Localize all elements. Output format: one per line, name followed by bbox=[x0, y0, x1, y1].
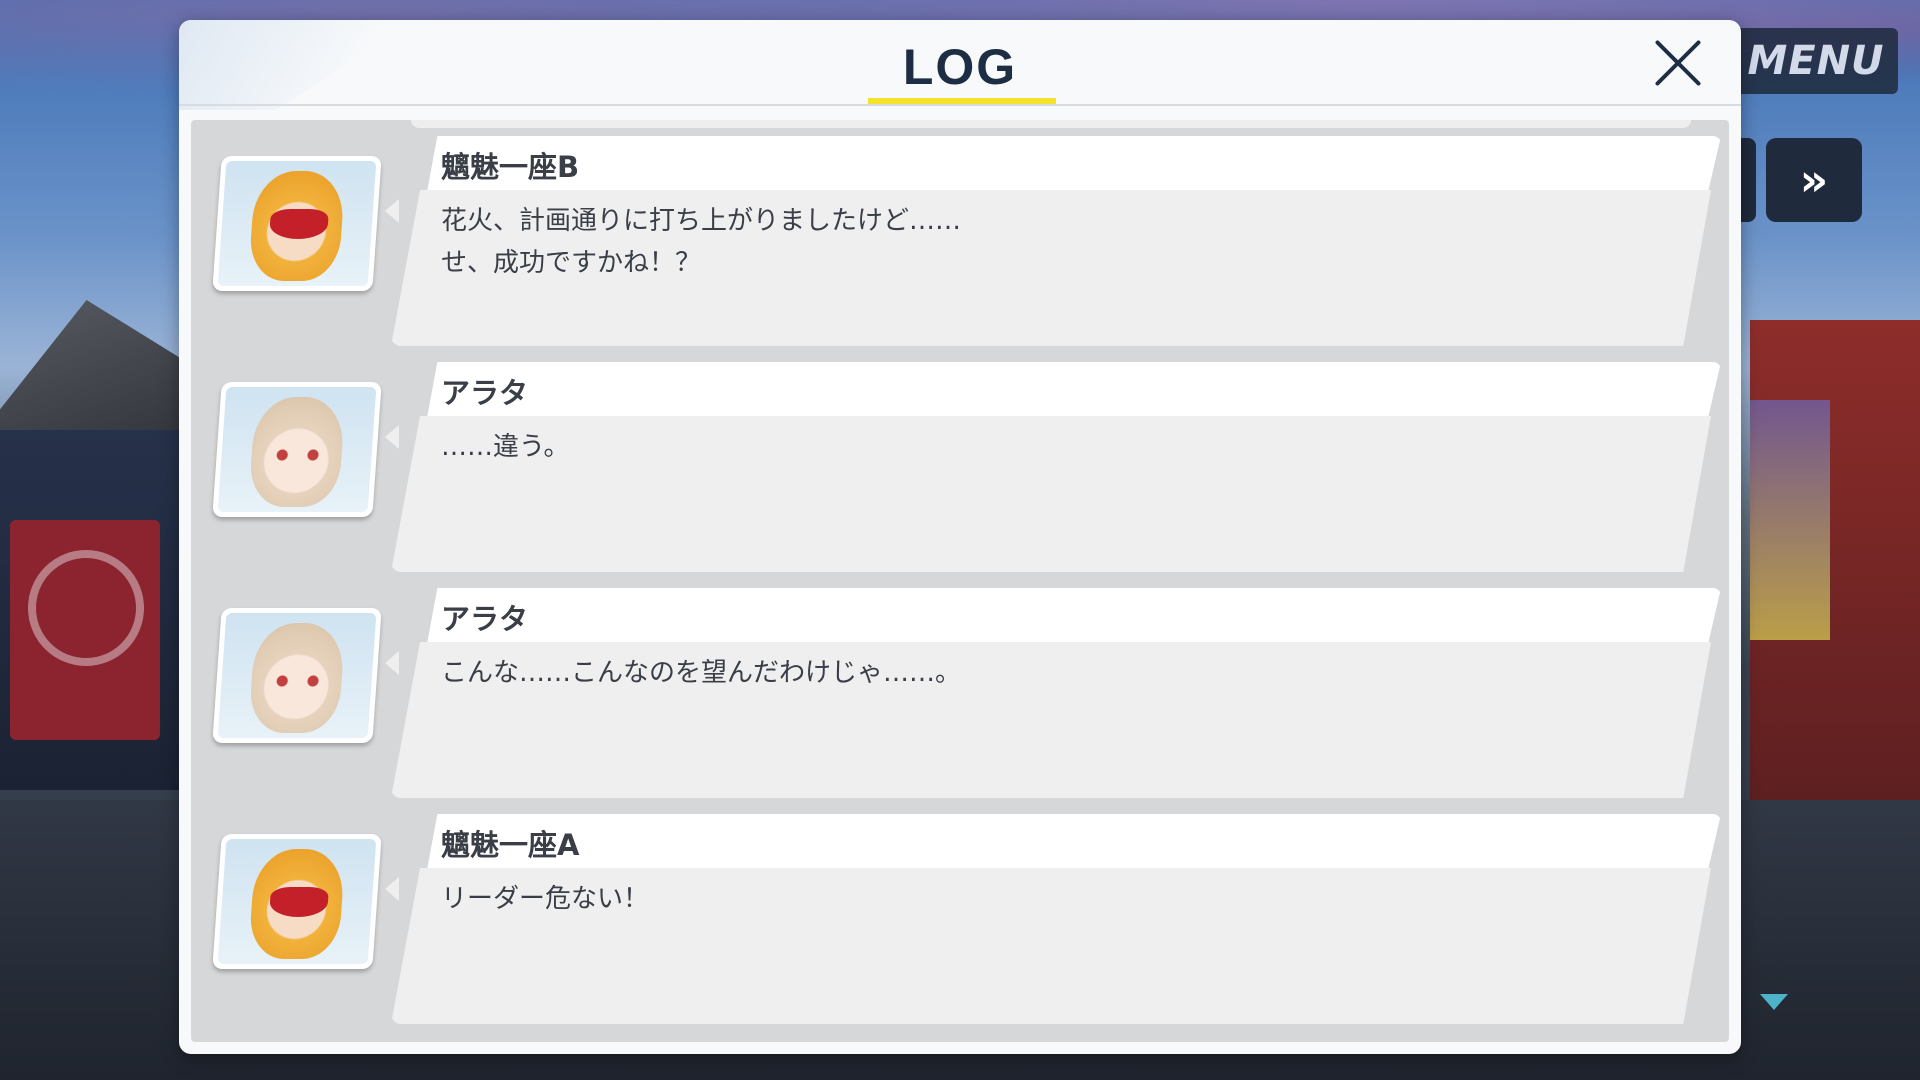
speech-pointer bbox=[385, 425, 399, 449]
message-text: リーダー危ない！ bbox=[441, 884, 650, 914]
page-title: LOG bbox=[902, 39, 1018, 95]
fast-forward-button[interactable]: » bbox=[1766, 138, 1862, 222]
fox-mask-girl-avatar bbox=[212, 834, 382, 969]
previous-entry-edge bbox=[411, 120, 1691, 128]
speaker-name: アラタ bbox=[441, 602, 529, 636]
speech-pointer bbox=[385, 877, 399, 901]
double-chevron-right-icon: » bbox=[1799, 154, 1829, 206]
log-entry: 魑魅一座B 花火、計画通りに打ち上がりましたけど…… せ、成功ですかね！？ bbox=[191, 136, 1729, 346]
speaker-name: アラタ bbox=[441, 376, 529, 410]
menu-button[interactable]: MENU bbox=[1734, 28, 1898, 94]
arata-avatar bbox=[212, 382, 382, 517]
speech-pointer bbox=[385, 651, 399, 675]
arata-avatar bbox=[212, 608, 382, 743]
log-header: LOG bbox=[179, 20, 1741, 106]
message-text: 花火、計画通りに打ち上がりましたけど…… せ、成功ですかね！？ bbox=[441, 206, 962, 278]
speaker-bar bbox=[427, 588, 1721, 644]
log-entry: 魑魅一座A リーダー危ない！ bbox=[191, 814, 1729, 1024]
message-text: こんな……こんなのを望んだわけじゃ……。 bbox=[441, 658, 962, 688]
log-panel: LOG 魑魅一座B 花火、計画通りに打ち上がりましたけど…… せ、成功ですかね！… bbox=[179, 20, 1741, 1054]
festival-banner bbox=[10, 520, 160, 740]
speaker-name: 魑魅一座B bbox=[441, 150, 580, 184]
speaker-name: 魑魅一座A bbox=[441, 828, 580, 862]
triangle-down-icon bbox=[1760, 994, 1788, 1010]
log-entry: アラタ こんな……こんなのを望んだわけじゃ……。 bbox=[191, 588, 1729, 798]
close-button[interactable] bbox=[1649, 34, 1707, 92]
speaker-bar bbox=[427, 136, 1721, 192]
message-text: ……違う。 bbox=[441, 432, 570, 462]
fox-mask-girl-avatar bbox=[212, 156, 382, 291]
log-entry: アラタ ……違う。 bbox=[191, 362, 1729, 572]
festival-curtain bbox=[1750, 400, 1830, 640]
speaker-bar bbox=[427, 814, 1721, 870]
log-list[interactable]: 魑魅一座B 花火、計画通りに打ち上がりましたけど…… せ、成功ですかね！？ アラ… bbox=[191, 120, 1729, 1042]
title-underline bbox=[868, 98, 1056, 104]
speaker-bar bbox=[427, 362, 1721, 418]
speech-pointer bbox=[385, 199, 399, 223]
